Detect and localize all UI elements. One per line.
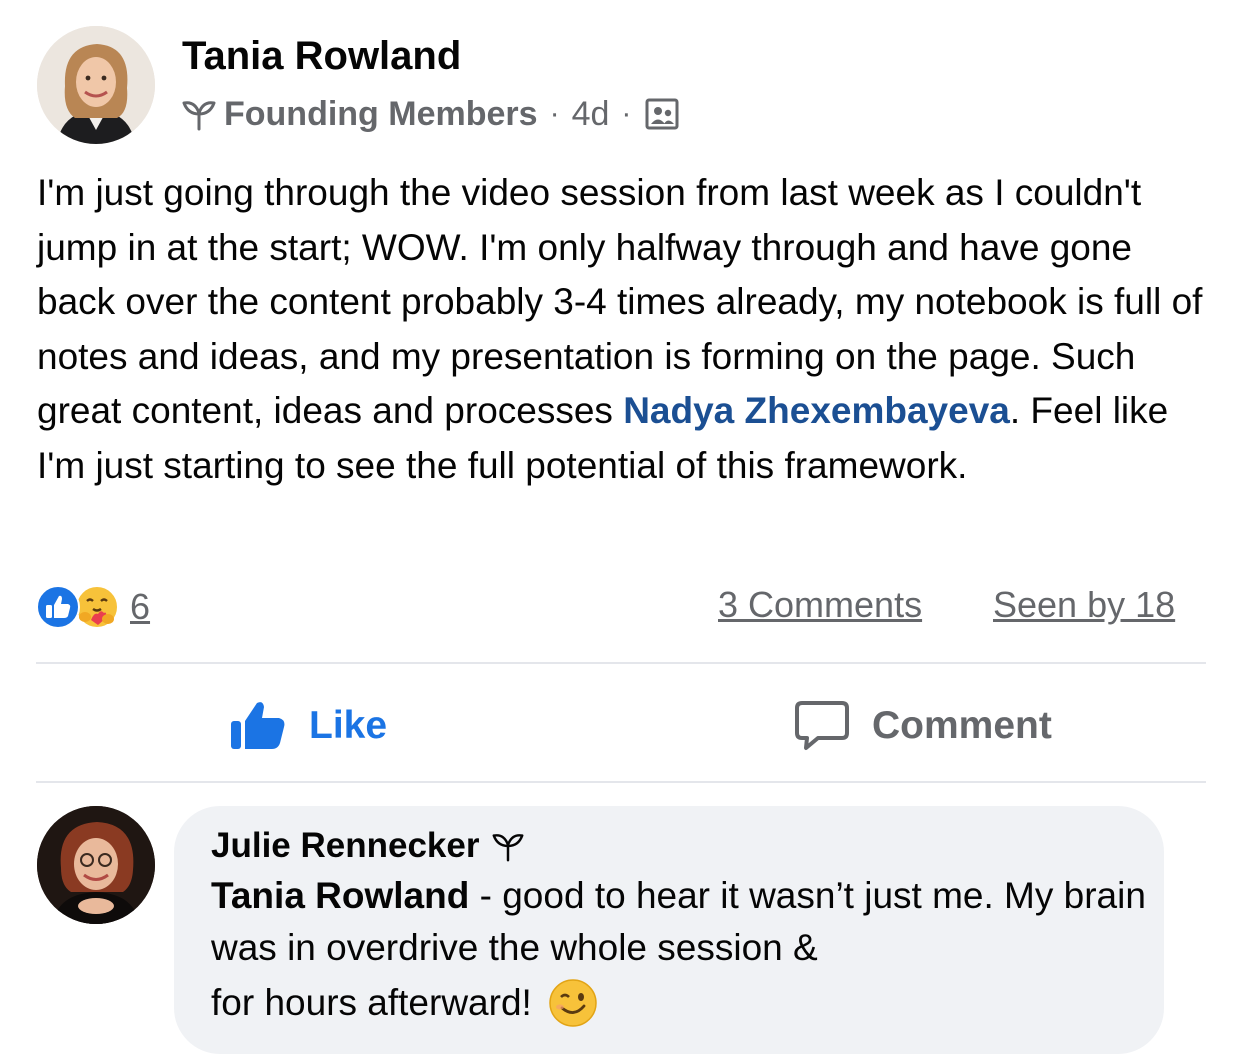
care-reaction-icon (75, 585, 119, 629)
sprout-icon (493, 834, 524, 862)
commenter-avatar[interactable] (37, 806, 155, 924)
thumbs-up-icon (231, 702, 285, 749)
commenter-row: Julie Rennecker (211, 826, 527, 866)
comment-bubble-icon (795, 701, 849, 750)
post-author-avatar[interactable] (37, 26, 155, 144)
reactions-summary[interactable]: 6 (36, 582, 150, 632)
divider (36, 781, 1206, 783)
divider (36, 662, 1206, 664)
reaction-count[interactable]: 6 (130, 586, 150, 628)
like-button[interactable]: Like (229, 694, 387, 758)
meta-separator: · (549, 97, 560, 130)
comment-label: Comment (872, 704, 1052, 747)
seen-by-link[interactable]: Seen by 18 (993, 584, 1175, 626)
winking-face-emoji (549, 979, 597, 1027)
like-label: Like (309, 704, 388, 747)
comment-text-end: for hours afterward! (211, 978, 598, 1028)
members-icon (645, 98, 679, 130)
post-body: I'm just going through the video session… (37, 166, 1212, 493)
comments-count-link[interactable]: 3 Comments (718, 584, 922, 626)
group-name[interactable]: Founding Members (224, 95, 538, 134)
post-author-name[interactable]: Tania Rowland (182, 34, 461, 79)
sprout-icon (182, 101, 216, 131)
comment-body-end: for hours afterward! (211, 982, 532, 1023)
like-reaction-icon (36, 585, 80, 629)
commenter-name[interactable]: Julie Rennecker (211, 826, 479, 866)
comment-text: Tania Rowland - good to hear it wasn’t j… (211, 870, 1151, 974)
post-time[interactable]: 4d (572, 95, 610, 134)
comment-mention[interactable]: Tania Rowland (211, 875, 469, 916)
mention-link[interactable]: Nadya Zhexembayeva (623, 390, 1010, 431)
meta-separator: · (621, 97, 632, 130)
post-meta: Founding Members · 4d · (180, 92, 679, 136)
comment-button[interactable]: Comment (794, 694, 1052, 758)
